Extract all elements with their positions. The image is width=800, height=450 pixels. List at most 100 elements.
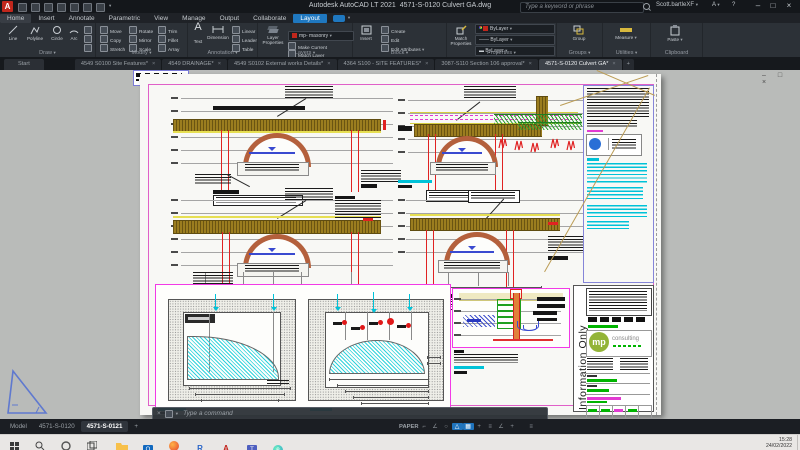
restore-button[interactable]: □ — [767, 1, 779, 11]
tab-layout-contextual[interactable]: Layout — [293, 14, 327, 23]
autodesk-account-icon[interactable]: A ▾ — [712, 2, 720, 8]
layer-dropdown[interactable]: mp- masonry ▾ — [288, 31, 354, 41]
tab-view[interactable]: View — [147, 14, 175, 23]
search-input[interactable]: Type a keyword or phrase — [520, 2, 644, 13]
start-button[interactable] — [4, 438, 24, 450]
taskbar-clock[interactable]: 15:28 24/02/2022 — [766, 437, 792, 449]
trim-tool[interactable]: Trim — [158, 26, 177, 35]
tab-annotate[interactable]: Annotate — [62, 14, 102, 23]
view-label-cyan — [398, 180, 432, 183]
customize-icon[interactable] — [165, 410, 173, 418]
tab-home[interactable]: Home — [0, 14, 31, 23]
group-button[interactable]: Group — [565, 25, 593, 41]
fillet-tool[interactable]: Fillet — [158, 35, 178, 44]
isolate-icon[interactable]: + — [507, 424, 518, 430]
panel-label-utilities[interactable]: Utilities ▾ — [603, 50, 650, 56]
create-block-button[interactable]: Create — [381, 26, 405, 35]
close-button[interactable]: × — [783, 1, 795, 11]
ellipse-tool-icon[interactable] — [84, 35, 92, 43]
rebar-zigzag — [550, 136, 559, 149]
mirror-tool[interactable]: Mirror — [129, 35, 152, 44]
doc-window-controls[interactable]: – □ × — [762, 72, 800, 86]
help-icon[interactable]: ? — [732, 2, 735, 8]
status-bar: Model 4571-S-0120 4571-S-0121 + PAPER ⌐ … — [0, 419, 800, 434]
panel-label-modify[interactable]: Modify ▾ — [96, 50, 187, 56]
file-tab-start[interactable]: Start — [4, 59, 44, 70]
line-tool[interactable]: Line — [3, 25, 23, 41]
grid-icon[interactable]: ⌐ — [419, 424, 430, 430]
culvert-elevation-view-2 — [398, 86, 586, 186]
customization-menu-icon[interactable]: ≡ — [526, 424, 537, 430]
autocad-taskbar-icon[interactable]: A — [216, 438, 236, 450]
file-explorer-icon[interactable] — [112, 438, 132, 450]
leader-tool[interactable]: Leader — [232, 35, 257, 44]
ortho-icon[interactable]: ○ — [441, 424, 452, 430]
text-tool[interactable]: A — [190, 25, 206, 30]
panel-label-layers[interactable]: Layers ▾ — [258, 50, 352, 56]
new-layout-button[interactable]: + — [128, 421, 144, 432]
ribbon-display-caret[interactable]: ▾ — [348, 15, 350, 21]
revu-icon[interactable]: R — [190, 438, 210, 450]
layer-properties-button[interactable]: Layer Properties — [260, 25, 286, 45]
panel-label-clipboard[interactable]: Clipboard — [651, 50, 702, 56]
lineweight-toggle-icon[interactable]: + — [474, 424, 485, 430]
layout-tab-0120[interactable]: 4571-S-0120 — [33, 421, 81, 432]
file-tab-5[interactable]: 3087-S110 Section 106 approval*× — [435, 59, 538, 70]
copy-tool[interactable]: Copy — [100, 35, 121, 44]
panel-label-groups[interactable]: Groups ▾ — [557, 50, 602, 56]
signed-in-user[interactable]: Scott.bartleXF ▾ — [656, 2, 698, 8]
file-tab-4[interactable]: 4364 S100 - SITE FEATURES*× — [338, 59, 435, 70]
osnap-icon[interactable]: ▦ — [463, 423, 474, 430]
file-tab-active[interactable]: 4571-S-0120 Culvert GA*× — [539, 59, 622, 70]
drawing-canvas[interactable]: – □ × — [0, 70, 800, 419]
command-close-icon[interactable]: × — [157, 408, 161, 419]
task-view-icon[interactable] — [82, 438, 102, 450]
snap-icon[interactable]: ∠ — [430, 423, 441, 430]
panel-label-draw[interactable]: Draw ▾ — [0, 50, 95, 56]
minimize-button[interactable]: – — [752, 1, 764, 11]
measure-button[interactable]: Measure ▾ — [611, 26, 641, 40]
command-prompt[interactable]: Type a command — [183, 408, 233, 419]
dimension-tool[interactable]: Dimension — [206, 25, 230, 40]
tab-output[interactable]: Output — [213, 14, 247, 23]
panel-label-properties[interactable]: Properties ▾ — [447, 50, 556, 56]
tab-parametric[interactable]: Parametric — [102, 14, 147, 23]
rotate-tool[interactable]: Rotate — [129, 26, 153, 35]
recent-commands-icon[interactable]: ▾ — [176, 408, 178, 419]
file-tab-1[interactable]: 4549 S0100 Site Features*× — [75, 59, 161, 70]
paper-space-indicator[interactable]: PAPER — [399, 424, 419, 430]
match-properties-button[interactable]: Match Properties — [449, 25, 473, 46]
command-line[interactable]: × ▾ Type a command — [152, 407, 548, 419]
paste-button[interactable]: Paste ▾ — [661, 25, 689, 42]
panel-label-annotation[interactable]: Annotation ▾ — [188, 50, 257, 56]
firefox-icon[interactable] — [164, 438, 184, 450]
taskbar-search-icon[interactable] — [30, 438, 50, 450]
ribbon-display-toggle-icon[interactable] — [333, 15, 345, 22]
outlook-icon[interactable]: O — [138, 438, 158, 450]
model-tab[interactable]: Model — [4, 421, 33, 432]
insert-block-button[interactable]: Insert — [355, 25, 377, 41]
polyline-tool[interactable]: Polyline — [24, 25, 46, 41]
tab-collaborate[interactable]: Collaborate — [246, 14, 293, 23]
polar-tracking-icon[interactable]: △ — [452, 423, 463, 430]
cortana-icon[interactable] — [56, 438, 76, 450]
rectangle-tool-icon[interactable] — [84, 26, 92, 34]
layout-tab-0121[interactable]: 4571-S-0121 — [81, 421, 129, 432]
file-tab-2[interactable]: 4549 DRAINAGE*× — [162, 59, 227, 70]
annotation-scale-icon[interactable]: ≡ — [485, 424, 496, 430]
tab-insert[interactable]: Insert — [31, 14, 61, 23]
teams-icon[interactable]: T — [242, 438, 262, 450]
arc-tool[interactable]: Arc — [66, 25, 82, 41]
linetype-dropdown[interactable]: —— ByLayer ▾ — [475, 35, 555, 45]
linear-tool[interactable]: Linear — [232, 26, 255, 35]
edit-block-button[interactable]: Edit — [381, 35, 399, 44]
new-drawing-tab-button[interactable]: + — [623, 59, 634, 70]
file-tab-3[interactable]: 4549 S0102 External works Details*× — [228, 59, 337, 70]
move-tool[interactable]: Move — [100, 26, 122, 35]
circle-tool[interactable]: Circle — [47, 25, 67, 41]
object-color-dropdown[interactable]: ByLayer ▾ — [475, 24, 555, 34]
panel-label-block[interactable]: Block ▾ — [353, 50, 446, 56]
edge-icon[interactable]: e — [268, 438, 288, 450]
ribbon: Line Polyline Circle Arc Draw ▾ Move Cop… — [0, 23, 800, 57]
workspace-gear-icon[interactable]: ∠ — [496, 423, 507, 430]
